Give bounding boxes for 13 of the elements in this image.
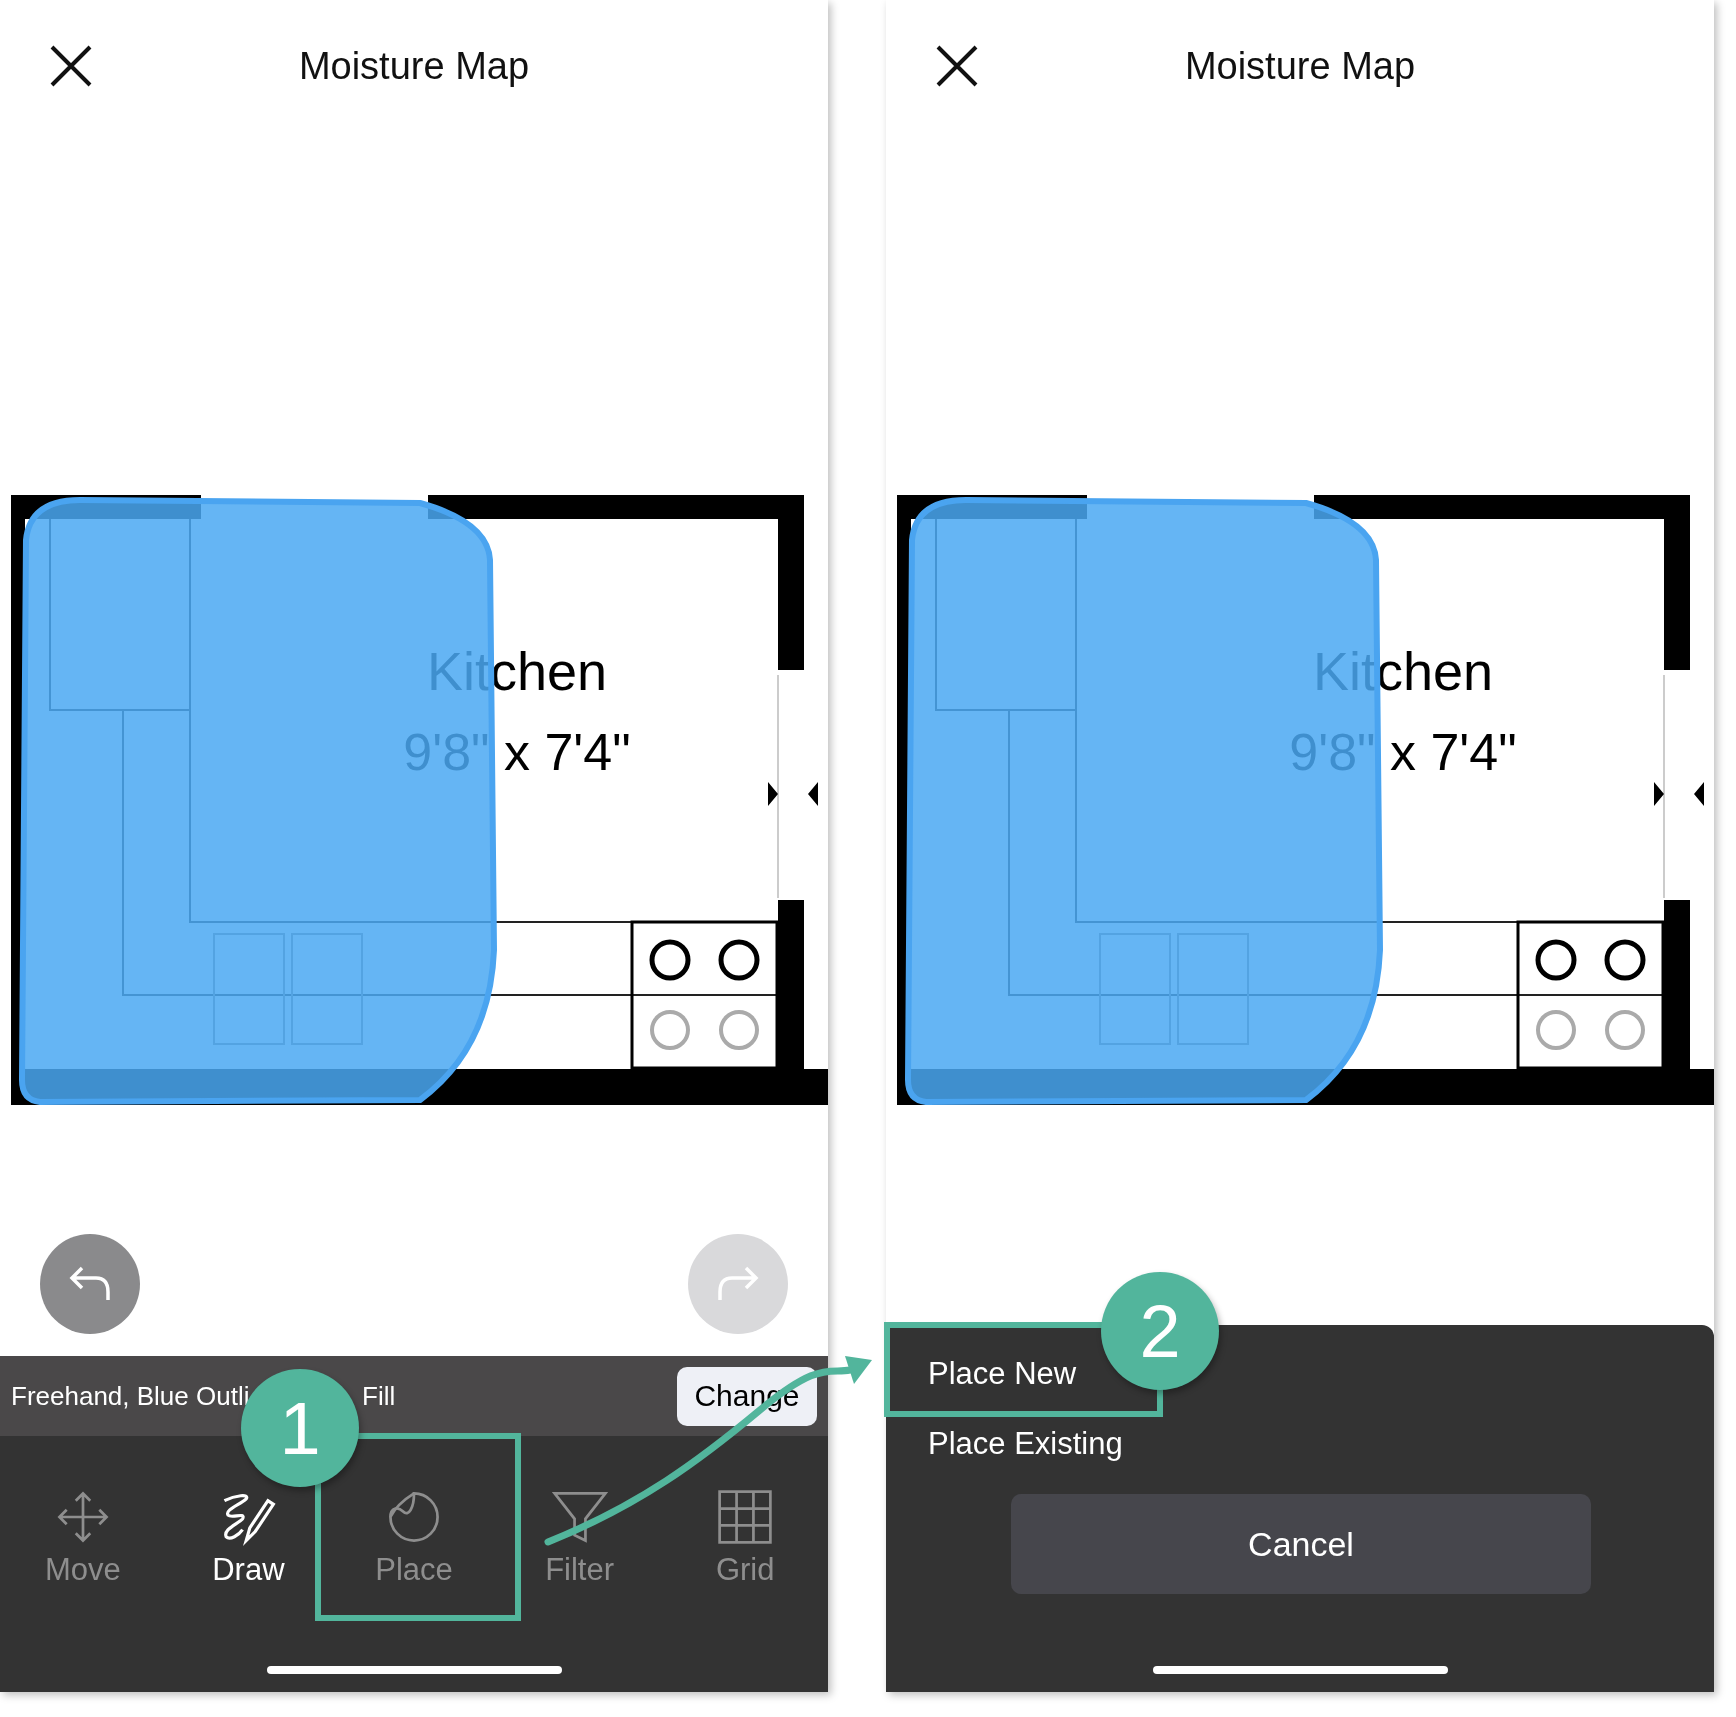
tool-button[interactable]: Draw [212,1488,285,1588]
close-icon[interactable] [935,44,979,88]
menu-option[interactable]: Place Existing [886,1409,1714,1479]
tool-button[interactable]: Grid [715,1488,775,1588]
screen-title: Moisture Map [297,44,531,88]
status-text: Fill [362,1380,396,1412]
tool-button[interactable]: Place [375,1488,453,1588]
grid-icon [716,1488,775,1546]
screen-title: Moisture Map [1183,44,1417,88]
tool-button[interactable]: Move [44,1488,121,1588]
cancel-button[interactable]: Cancel [1011,1494,1591,1594]
close-icon[interactable] [49,44,93,88]
tool-button[interactable]: Filter [545,1488,615,1588]
